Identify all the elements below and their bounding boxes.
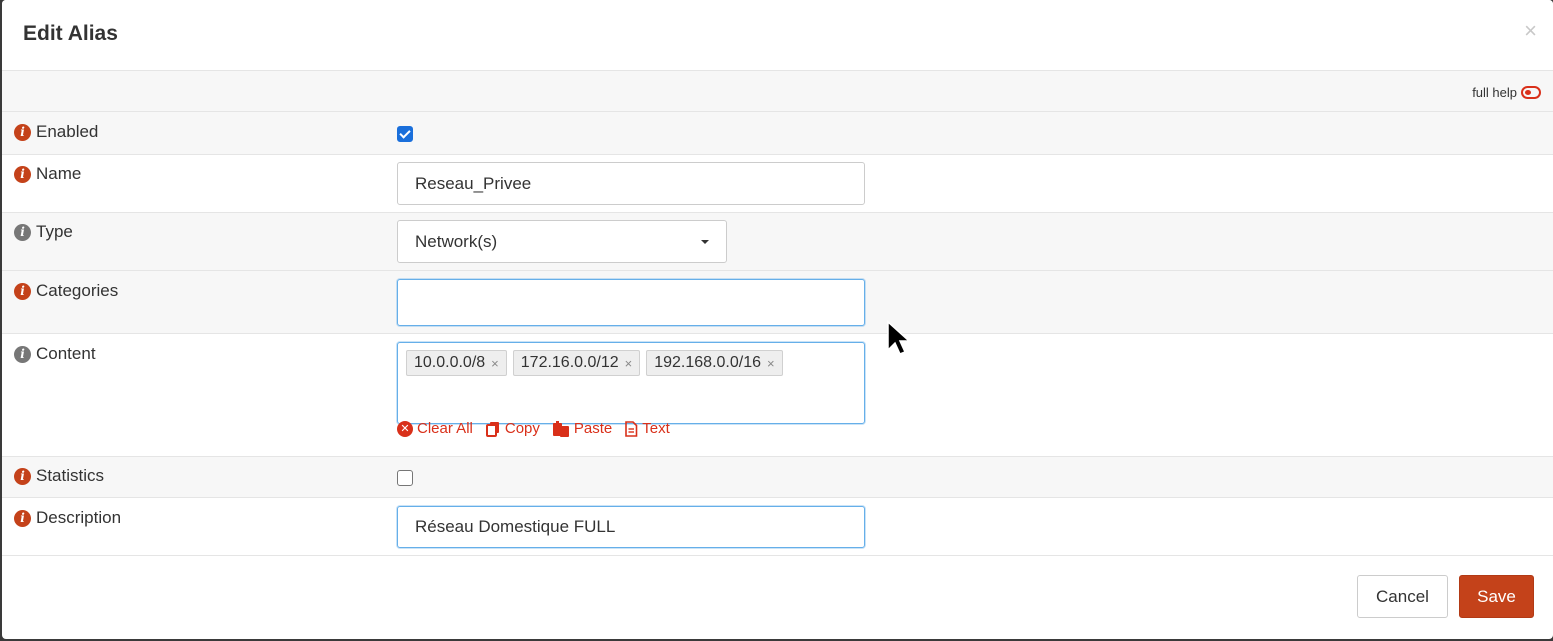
full-help-toggle[interactable]: full help bbox=[1472, 85, 1541, 100]
enabled-checkbox[interactable] bbox=[397, 126, 413, 142]
info-icon[interactable]: i bbox=[14, 467, 31, 485]
copy-button[interactable]: Copy bbox=[485, 420, 540, 437]
remove-tag-icon[interactable]: × bbox=[767, 356, 775, 371]
clear-all-button[interactable]: ✕ Clear All bbox=[397, 420, 473, 437]
label-type: i Type bbox=[14, 222, 73, 242]
row-type: i Type Network(s) bbox=[2, 213, 1553, 271]
info-icon[interactable]: i bbox=[14, 223, 31, 241]
description-input[interactable]: Réseau Domestique FULL bbox=[397, 506, 865, 548]
info-icon[interactable]: i bbox=[14, 165, 31, 183]
close-icon[interactable]: × bbox=[1524, 20, 1537, 42]
row-categories: i Categories bbox=[2, 271, 1553, 334]
label-statistics: i Statistics bbox=[14, 466, 104, 486]
info-icon[interactable]: i bbox=[14, 345, 31, 363]
chevron-down-icon bbox=[701, 239, 709, 244]
mouse-cursor-icon bbox=[887, 320, 911, 355]
label-content: i Content bbox=[14, 344, 96, 364]
text-button[interactable]: Text bbox=[624, 420, 670, 437]
label-categories: i Categories bbox=[14, 281, 118, 301]
row-content: i Content 10.0.0.0/8 × 172.16.0.0/12 × 1… bbox=[2, 334, 1553, 457]
content-tag: 10.0.0.0/8 × bbox=[406, 350, 507, 376]
cancel-button[interactable]: Cancel bbox=[1357, 575, 1448, 618]
name-input[interactable]: Reseau_Privee bbox=[397, 162, 865, 205]
type-select-value: Network(s) bbox=[415, 231, 498, 251]
content-tag-input[interactable]: 10.0.0.0/8 × 172.16.0.0/12 × 192.168.0.0… bbox=[397, 342, 865, 424]
remove-tag-icon[interactable]: × bbox=[625, 356, 633, 371]
clear-icon: ✕ bbox=[397, 420, 413, 437]
paste-button[interactable]: Paste bbox=[552, 420, 612, 437]
row-description: i Description Réseau Domestique FULL bbox=[2, 498, 1553, 556]
info-icon[interactable]: i bbox=[14, 509, 31, 527]
edit-alias-dialog: Edit Alias × full help i Enabled i Name … bbox=[2, 0, 1553, 639]
info-icon[interactable]: i bbox=[14, 123, 31, 141]
content-tag: 192.168.0.0/16 × bbox=[646, 350, 783, 376]
content-actions: ✕ Clear All Copy Paste Text bbox=[397, 420, 670, 437]
categories-input[interactable] bbox=[397, 279, 865, 326]
save-button[interactable]: Save bbox=[1459, 575, 1534, 618]
paste-icon bbox=[552, 420, 569, 437]
dialog-footer: Cancel Save bbox=[2, 555, 1553, 639]
full-help-label: full help bbox=[1472, 85, 1517, 100]
file-text-icon bbox=[625, 420, 638, 437]
label-enabled: i Enabled bbox=[14, 122, 98, 142]
remove-tag-icon[interactable]: × bbox=[491, 356, 499, 371]
help-bar: full help bbox=[2, 71, 1553, 112]
info-icon[interactable]: i bbox=[14, 282, 31, 300]
label-description: i Description bbox=[14, 508, 121, 528]
copy-icon bbox=[485, 421, 499, 437]
dialog-header: Edit Alias × bbox=[2, 0, 1553, 71]
toggle-icon bbox=[1521, 86, 1541, 99]
content-tag: 172.16.0.0/12 × bbox=[512, 350, 641, 376]
row-name: i Name Reseau_Privee bbox=[2, 155, 1553, 213]
statistics-checkbox[interactable] bbox=[397, 470, 413, 486]
row-enabled: i Enabled bbox=[2, 112, 1553, 155]
type-select[interactable]: Network(s) bbox=[397, 220, 727, 263]
label-name: i Name bbox=[14, 164, 81, 184]
row-statistics: i Statistics bbox=[2, 457, 1553, 498]
dialog-title: Edit Alias bbox=[23, 22, 118, 45]
